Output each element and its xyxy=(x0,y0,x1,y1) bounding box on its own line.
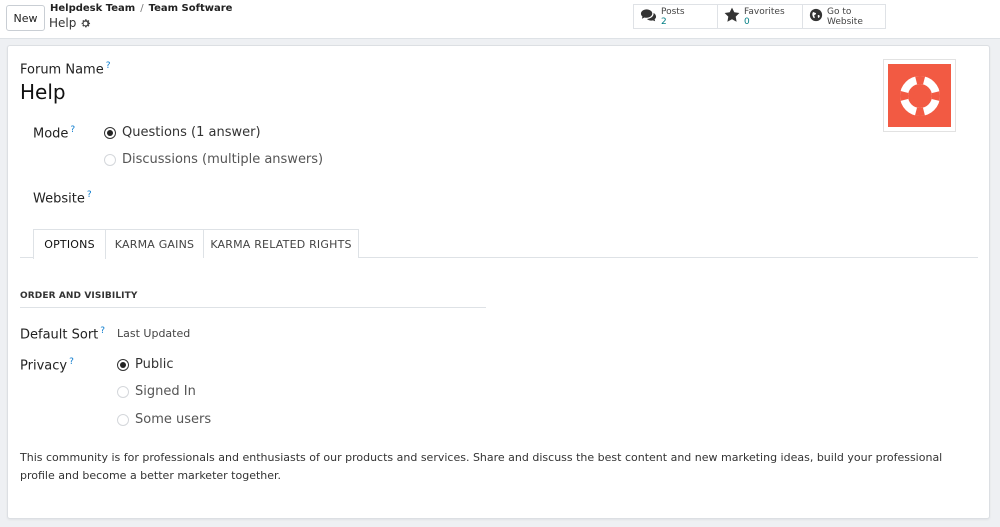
default-sort-label: Default Sort? xyxy=(20,326,105,342)
mode-label-text: Mode xyxy=(33,126,69,142)
record-name: Help xyxy=(49,16,77,30)
breadcrumb: Helpdesk Team / Team Software xyxy=(50,3,232,14)
privacy-option-label: Signed In xyxy=(135,384,196,399)
default-sort-label-text: Default Sort xyxy=(20,327,99,343)
life-ring-icon xyxy=(888,64,951,127)
star-icon xyxy=(724,7,740,26)
privacy-label-text: Privacy xyxy=(20,358,68,374)
tab-karma-related-rights[interactable]: KARMA RELATED RIGHTS xyxy=(203,229,359,258)
posts-count: 2 xyxy=(661,16,667,27)
help-tooltip-icon[interactable]: ? xyxy=(106,61,111,71)
comments-icon xyxy=(640,7,657,26)
breadcrumb-helpdesk-team[interactable]: Helpdesk Team xyxy=(50,3,135,14)
privacy-label: Privacy? xyxy=(20,357,74,373)
radio-unselected-icon[interactable] xyxy=(117,385,129,398)
posts-smart-button[interactable]: Posts 2 xyxy=(633,4,718,29)
privacy-option-public[interactable]: Public xyxy=(117,357,173,372)
help-tooltip-icon[interactable]: ? xyxy=(100,326,105,336)
website-label-text: Website xyxy=(33,191,85,207)
forum-name-label-text: Forum Name xyxy=(20,62,104,78)
notebook-tabs: OPTIONS KARMA GAINS KARMA RELATED RIGHTS xyxy=(20,229,978,259)
record-title: Help xyxy=(49,16,91,30)
favorites-smart-button[interactable]: Favorites 0 xyxy=(717,4,803,29)
help-tooltip-icon[interactable]: ? xyxy=(70,125,75,135)
privacy-option-some-users[interactable]: Some users xyxy=(117,412,211,427)
forum-description[interactable]: This community is for professionals and … xyxy=(20,449,970,485)
posts-label: Posts xyxy=(661,6,685,17)
radio-selected-icon[interactable] xyxy=(117,358,129,371)
mode-option-discussions[interactable]: Discussions (multiple answers) xyxy=(104,152,323,167)
privacy-option-label: Some users xyxy=(135,412,212,427)
go-to-label: Go to xyxy=(827,6,852,17)
new-button[interactable]: New xyxy=(6,5,45,31)
section-title: ORDER AND VISIBILITY xyxy=(20,291,486,308)
mode-option-label: Questions (1 answer) xyxy=(122,125,261,140)
smart-buttons: Posts 2 Favorites 0 Go to Website xyxy=(633,4,886,29)
tab-karma-gains[interactable]: KARMA GAINS xyxy=(105,229,204,258)
form-sheet: Forum Name? Help Mode? Questions (1 answ… xyxy=(7,45,990,519)
radio-selected-icon[interactable] xyxy=(104,126,116,139)
control-panel: New Helpdesk Team / Team Software Help Pos… xyxy=(0,0,1000,39)
globe-icon xyxy=(809,7,823,26)
forum-name-field[interactable]: Help xyxy=(20,80,66,104)
radio-unselected-icon[interactable] xyxy=(117,413,129,426)
privacy-option-label: Public xyxy=(135,357,174,372)
forum-image[interactable] xyxy=(883,59,956,132)
go-to-website-smart-button[interactable]: Go to Website xyxy=(802,4,886,29)
breadcrumb-separator: / xyxy=(140,3,144,14)
help-tooltip-icon[interactable]: ? xyxy=(69,357,74,367)
mode-option-label: Discussions (multiple answers) xyxy=(122,152,324,167)
favorites-count: 0 xyxy=(744,16,750,27)
tab-options[interactable]: OPTIONS xyxy=(33,229,106,259)
default-sort-select[interactable]: Last Updated xyxy=(117,327,190,340)
help-tooltip-icon[interactable]: ? xyxy=(87,190,92,200)
website-label: Website xyxy=(827,16,863,27)
breadcrumb-team-software[interactable]: Team Software xyxy=(149,3,233,14)
favorites-label: Favorites xyxy=(744,6,785,17)
forum-name-label: Forum Name? xyxy=(20,61,110,77)
privacy-option-signed-in[interactable]: Signed In xyxy=(117,384,196,399)
mode-label: Mode? xyxy=(33,125,75,141)
mode-option-questions[interactable]: Questions (1 answer) xyxy=(104,125,261,140)
gear-icon[interactable] xyxy=(80,18,91,29)
radio-unselected-icon[interactable] xyxy=(104,153,116,166)
website-label: Website? xyxy=(33,190,92,206)
